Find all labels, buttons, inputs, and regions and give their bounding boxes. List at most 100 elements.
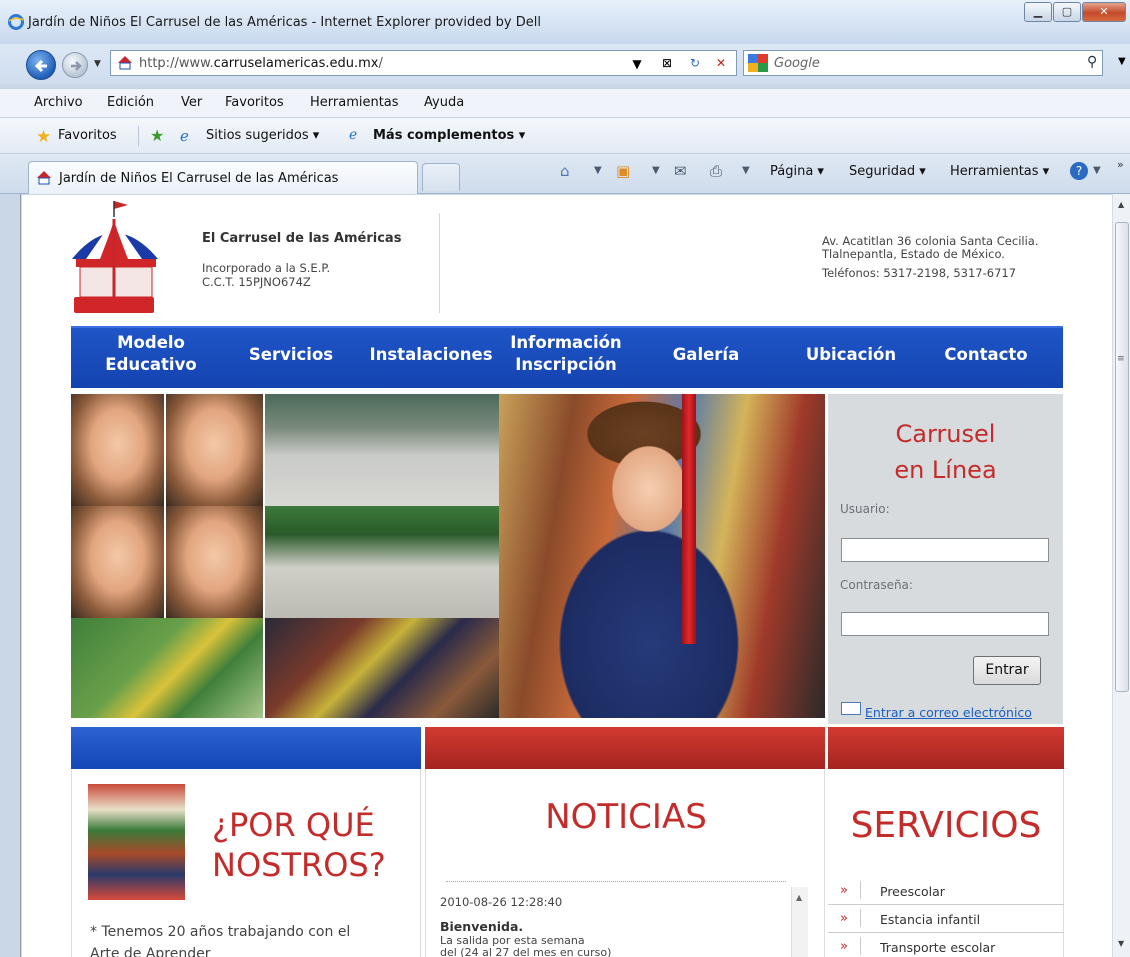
nav-informacion-inscripcion[interactable]: Información Inscripción (501, 332, 631, 376)
address-bar[interactable]: http://www.carruselamericas.edu.mx/ ▼ ⊠ … (110, 50, 737, 76)
feeds-icon[interactable]: ▣ (616, 162, 630, 180)
news-date: 2010-08-26 12:28:40 (440, 895, 563, 909)
nav-servicios[interactable]: Servicios (241, 344, 341, 366)
news-title: NOTICIAS (545, 797, 707, 837)
stop-icon[interactable]: ✕ (712, 54, 730, 72)
back-button[interactable] (26, 50, 56, 80)
news-headline: Bienvenida. (440, 919, 524, 934)
print-dropdown-icon[interactable]: ▼ (742, 165, 750, 176)
why-text: * Tenemos 20 años trabajando con el Arte… (90, 921, 410, 957)
suggested-sites-button[interactable]: Sitios sugeridos ▾ (206, 128, 319, 143)
favorites-star-icon[interactable]: ★ (36, 127, 51, 147)
search-box[interactable]: Google (743, 50, 1103, 76)
refresh-icon[interactable]: ↻ (686, 54, 704, 72)
tab-favicon-icon (37, 171, 51, 185)
close-window-button[interactable]: ✕ (1082, 2, 1126, 22)
home-dropdown-icon[interactable]: ▼ (594, 165, 602, 176)
url-text[interactable]: http://www.carruselamericas.edu.mx/ (139, 56, 383, 71)
more-addons-button[interactable]: Más complementos ▾ (373, 128, 525, 143)
scroll-grip-icon: ≡ (1117, 354, 1125, 364)
favorites-bar: ★ Favoritos ★ ℯ Sitios sugeridos ▾ ℯ Más… (0, 118, 1130, 154)
nav-instalaciones[interactable]: Instalaciones (361, 344, 501, 366)
why-text-line-2: Arte de Aprender (90, 946, 211, 957)
menu-ver[interactable]: Ver (181, 95, 202, 110)
maximize-button[interactable]: ▢ (1053, 2, 1081, 22)
compatibility-view-icon[interactable]: ⊠ (658, 54, 676, 72)
carrusel-logo[interactable] (66, 199, 176, 317)
why-text-line-1: * Tenemos 20 años trabajando con el (90, 924, 351, 940)
scroll-thumb[interactable] (1115, 222, 1129, 692)
scroll-down-icon[interactable]: ▼ (1118, 939, 1124, 948)
carousel-photo (88, 784, 185, 900)
photo-courtyard (265, 506, 499, 618)
tools-menu[interactable]: Herramientas ▾ (950, 164, 1049, 179)
favorites-button[interactable]: Favoritos (58, 128, 117, 143)
photo-carousel-ride (265, 618, 499, 718)
services-section: SERVICIOS » Preescolar » Estancia infant… (828, 769, 1064, 957)
addons-icon: ℯ (349, 127, 358, 143)
help-icon[interactable]: ? (1070, 162, 1088, 180)
ie-suggested-sites-icon: ℯ (180, 127, 189, 145)
print-icon[interactable]: ⎙ (710, 162, 722, 180)
search-options-dropdown-icon[interactable]: ▼ (1118, 56, 1126, 67)
news-header-bar (425, 727, 825, 769)
service-item-divider (860, 937, 861, 955)
login-panel: Carrusel en Línea Usuario: Contraseña: E… (828, 394, 1063, 724)
user-label: Usuario: (840, 502, 890, 516)
url-dropdown-icon[interactable]: ▼ (628, 55, 646, 73)
page-scrollbar[interactable]: ▲ ≡ ▼ (1112, 194, 1130, 957)
cct-code: C.C.T. 15PJNO674Z (202, 275, 311, 289)
menu-ayuda[interactable]: Ayuda (424, 95, 464, 110)
service-item-divider (860, 881, 861, 899)
help-dropdown-icon[interactable]: ▼ (1093, 165, 1101, 176)
address-line-2: Tlalnepantla, Estado de México. (822, 247, 1005, 261)
phone-numbers: Teléfonos: 5317-2198, 5317-6717 (822, 266, 1017, 280)
menu-archivo[interactable]: Archivo (34, 95, 83, 110)
home-icon[interactable]: ⌂ (560, 162, 570, 180)
news-separator (446, 881, 786, 882)
hero-photo-boy-carousel (499, 394, 825, 718)
login-title-line-2: en Línea (894, 456, 997, 484)
nav-galeria[interactable]: Galería (661, 344, 751, 366)
service-item-estancia[interactable]: » Estancia infantil (828, 905, 1064, 933)
login-submit-button[interactable]: Entrar (973, 656, 1041, 685)
service-item-preescolar[interactable]: » Preescolar (828, 877, 1064, 905)
feeds-dropdown-icon[interactable]: ▼ (652, 165, 660, 176)
menu-edicion[interactable]: Edición (107, 95, 154, 110)
recent-pages-dropdown-icon[interactable]: ▼ (94, 59, 101, 69)
nav-modelo-educativo[interactable]: Modelo Educativo (91, 332, 211, 376)
window-controls: ▁ ▢ ✕ (1023, 2, 1126, 22)
window-left-frame (0, 194, 21, 957)
nav-contacto[interactable]: Contacto (931, 344, 1041, 366)
search-magnifier-icon[interactable]: ⚲ (1087, 54, 1097, 70)
tab-carrusel[interactable]: Jardín de Niños El Carrusel de las Améri… (28, 161, 418, 194)
minimize-button[interactable]: ▁ (1024, 2, 1052, 22)
school-address: Av. Acatitlan 36 colonia Santa Cecilia. … (822, 235, 1082, 280)
service-item-transporte[interactable]: » Transporte escolar (828, 933, 1064, 957)
menu-herramientas[interactable]: Herramientas (310, 95, 399, 110)
school-name: El Carrusel de las Américas (202, 231, 402, 246)
service-item-label: Preescolar (880, 884, 945, 899)
header-divider (439, 213, 440, 313)
site-favicon-icon (118, 56, 132, 70)
menu-favoritos[interactable]: Favoritos (225, 95, 284, 110)
chevron-right-icon: » (840, 911, 848, 926)
scroll-up-icon[interactable]: ▲ (1118, 200, 1124, 209)
incorporated-text: Incorporado a la S.E.P. (202, 261, 331, 275)
webmail-link[interactable]: Entrar a correo electrónico (865, 705, 1032, 720)
add-to-favorites-icon[interactable]: ★ (150, 126, 164, 145)
nav-ubicacion[interactable]: Ubicación (791, 344, 911, 366)
page-menu[interactable]: Página ▾ (770, 164, 824, 179)
tab-bar: Jardín de Niños El Carrusel de las Améri… (0, 154, 1130, 194)
security-menu[interactable]: Seguridad ▾ (849, 164, 926, 179)
news-scroll-up-icon[interactable]: ▲ (796, 893, 802, 902)
forward-button[interactable] (62, 52, 88, 78)
new-tab-button[interactable] (422, 163, 460, 191)
user-input[interactable] (841, 538, 1049, 562)
read-mail-icon[interactable]: ✉ (674, 162, 687, 180)
password-input[interactable] (841, 612, 1049, 636)
envelope-icon (841, 702, 861, 715)
news-scrollbar[interactable]: ▲ (791, 887, 808, 957)
why-header-bar (71, 727, 421, 769)
toolbar-overflow-chevron-icon[interactable]: » (1117, 158, 1124, 171)
